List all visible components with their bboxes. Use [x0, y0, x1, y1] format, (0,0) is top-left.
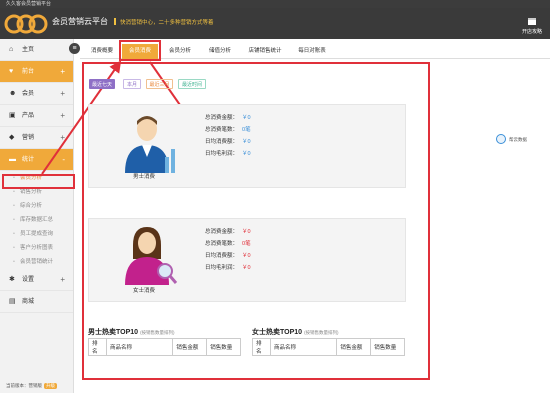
female-avatar-icon — [125, 227, 178, 285]
minus-icon: - — [62, 155, 65, 164]
sidebar-item-home[interactable]: ⌂ 主页 — [0, 39, 73, 61]
sidebar-toggle-button[interactable]: ≡ — [69, 43, 80, 54]
filter-last-3-months[interactable]: 最近三月 — [146, 79, 173, 89]
logo-icon — [4, 14, 48, 34]
table-header-row: 排名 商品名称 销售金额 销售数量 — [88, 338, 241, 356]
plus-icon: + — [60, 133, 65, 142]
female-stats: 总消费金额： ￥0 总消费笔数： 0笔 日均消费额： ￥0 日均毛利润： ￥0 — [205, 226, 251, 274]
folder-icon: ▬ — [9, 156, 16, 163]
version-info: 当前版本：营销版 升级 — [0, 383, 74, 389]
sidebar-item-label: 前台 — [22, 69, 35, 75]
sidebar-item-marketing[interactable]: ◆ 营销 + — [0, 127, 73, 149]
sidebar-item-label: 产品 — [22, 113, 35, 119]
sidebar-item-label: 统计 — [22, 157, 35, 163]
sidebar-item-label: 设置 — [22, 277, 35, 283]
help-data-label: 帮云数据 — [509, 137, 527, 142]
submenu-inventory-summary[interactable]: 库存数据汇总 — [0, 213, 73, 227]
sidebar-item-members[interactable]: ☻ 会员 + — [0, 83, 73, 105]
annotation-highlight-tab — [119, 40, 161, 61]
annotation-highlight-submenu — [2, 174, 75, 189]
window-title: 久久客会员营销平台 — [6, 1, 52, 7]
column-header[interactable]: 销售金额 — [172, 338, 208, 356]
female-top10-title: 女士热卖TOP10 (按销售数量排列) — [252, 329, 339, 336]
column-header[interactable]: 销售数量 — [206, 338, 241, 356]
female-consumption-card: 女士消费 总消费金额： ￥0 总消费笔数： 0笔 日均消费额： ￥0 日均毛利润： ￥0 — [88, 218, 406, 302]
plus-icon: + — [60, 111, 65, 120]
column-header[interactable]: 销售金额 — [336, 338, 372, 356]
submenu-staff-commission[interactable]: 员工提成查询 — [0, 227, 73, 241]
box-icon: ▣ — [9, 112, 16, 119]
app-header: 会员营销云平台 快消营销中心，二十多种营销方式等着 开店攻略 — [0, 8, 550, 39]
stat-daily-profit: 日均毛利润： ￥0 — [205, 265, 251, 271]
stat-total-count: 总消费笔数： 0笔 — [205, 241, 251, 247]
female-card-label: 女士消费 — [133, 288, 156, 294]
store-guide-label: 开店攻略 — [521, 29, 542, 35]
sidebar-item-products[interactable]: ▣ 产品 + — [0, 105, 73, 127]
male-stats: 总消费金额： ￥0 总消费笔数： 0笔 日均消费额： ￥0 日均毛利润： ￥0 — [205, 112, 251, 160]
plus-icon: + — [60, 89, 65, 98]
filter-last-7-days[interactable]: 最近七天 — [89, 79, 115, 89]
plus-icon: + — [60, 275, 65, 284]
sidebar-item-label: 商城 — [22, 299, 35, 305]
female-top10-table: 排名 商品名称 销售金额 销售数量 — [252, 338, 405, 356]
users-icon: ☻ — [9, 90, 17, 97]
brand-name: 会员营销云平台 — [52, 17, 108, 26]
stat-daily-amount: 日均消费额： ￥0 — [205, 253, 251, 259]
column-header[interactable]: 排名 — [252, 338, 271, 356]
tag-icon: ◆ — [9, 134, 15, 141]
stat-total-count: 总消费笔数： 0笔 — [205, 127, 251, 133]
male-top10-title: 男士热卖TOP10 (按销售数量排列) — [88, 329, 175, 336]
column-header[interactable]: 排名 — [88, 338, 107, 356]
tab-consumption-overview[interactable]: 消费概要 — [84, 44, 120, 59]
heart-icon: ♥ — [9, 68, 14, 75]
sidebar-item-label: 主页 — [22, 47, 35, 53]
header-tagline: 快消营销中心，二十多种营销方式等着 — [114, 18, 214, 26]
stat-total-amount: 总消费金额： ￥0 — [205, 229, 251, 235]
stat-daily-profit: 日均毛利润： ￥0 — [205, 151, 251, 157]
column-header[interactable]: 销售数量 — [370, 338, 405, 356]
sidebar-item-label: 会员 — [22, 91, 35, 97]
tab-store-sales[interactable]: 店铺销售统计 — [242, 44, 288, 59]
sidebar-item-label: 营销 — [22, 135, 35, 141]
window-title-bar: 久久客会员营销平台 — [0, 0, 550, 8]
male-consumption-card: 男士消费 总消费金额： ￥0 总消费笔数： 0笔 日均消费额： ￥0 日均毛利润： ￥0 — [88, 104, 406, 188]
shop-icon: ▤ — [9, 298, 16, 305]
column-header[interactable]: 商品名称 — [269, 338, 338, 356]
tab-daily-reconciliation[interactable]: 每日对账表 — [292, 44, 332, 59]
column-header[interactable]: 商品名称 — [105, 338, 174, 356]
male-card-label: 男士消费 — [133, 174, 156, 180]
store-guide-button[interactable]: 开店攻略 — [520, 17, 544, 39]
submenu-customer-charts[interactable]: 客户分析图表 — [0, 241, 73, 255]
submenu-member-marketing[interactable]: 会员营销统计 — [0, 255, 73, 269]
sidebar-item-shop[interactable]: ▤ 商城 — [0, 291, 73, 313]
sidebar-item-statistics[interactable]: ▬ 统计 - — [0, 149, 73, 171]
filter-this-month[interactable]: 本月 — [123, 79, 141, 89]
male-avatar-icon — [125, 116, 175, 173]
sidebar: ⌂主页 ♥前台+ ☻会员+ ▣产品+ ◆营销+ ▬统计- 会员分析 销售分析 综… — [0, 39, 74, 393]
stat-total-amount: 总消费金额： ￥0 — [205, 115, 251, 121]
tab-stored-value[interactable]: 储值分析 — [202, 44, 238, 59]
version-label: 当前版本：营销版 — [6, 383, 42, 388]
gear-icon: ✱ — [9, 276, 15, 283]
male-top10-table: 排名 商品名称 销售金额 销售数量 — [88, 338, 241, 356]
sidebar-item-front[interactable]: ♥ 前台 + — [0, 61, 73, 83]
sidebar-item-settings[interactable]: ✱ 设置 + — [0, 269, 73, 291]
table-header-row: 排名 商品名称 销售金额 销售数量 — [252, 338, 405, 356]
submenu-overall-analysis[interactable]: 综合分析 — [0, 199, 73, 213]
filter-recent-time[interactable]: 最近时间 — [178, 79, 206, 89]
plus-icon: + — [60, 67, 65, 76]
help-data-button[interactable] — [496, 134, 506, 144]
home-icon: ⌂ — [9, 46, 14, 53]
upgrade-badge[interactable]: 升级 — [44, 383, 57, 389]
stat-daily-amount: 日均消费额： ￥0 — [205, 139, 251, 145]
tab-member-analysis[interactable]: 会员分析 — [162, 44, 198, 59]
store-icon — [528, 18, 536, 25]
